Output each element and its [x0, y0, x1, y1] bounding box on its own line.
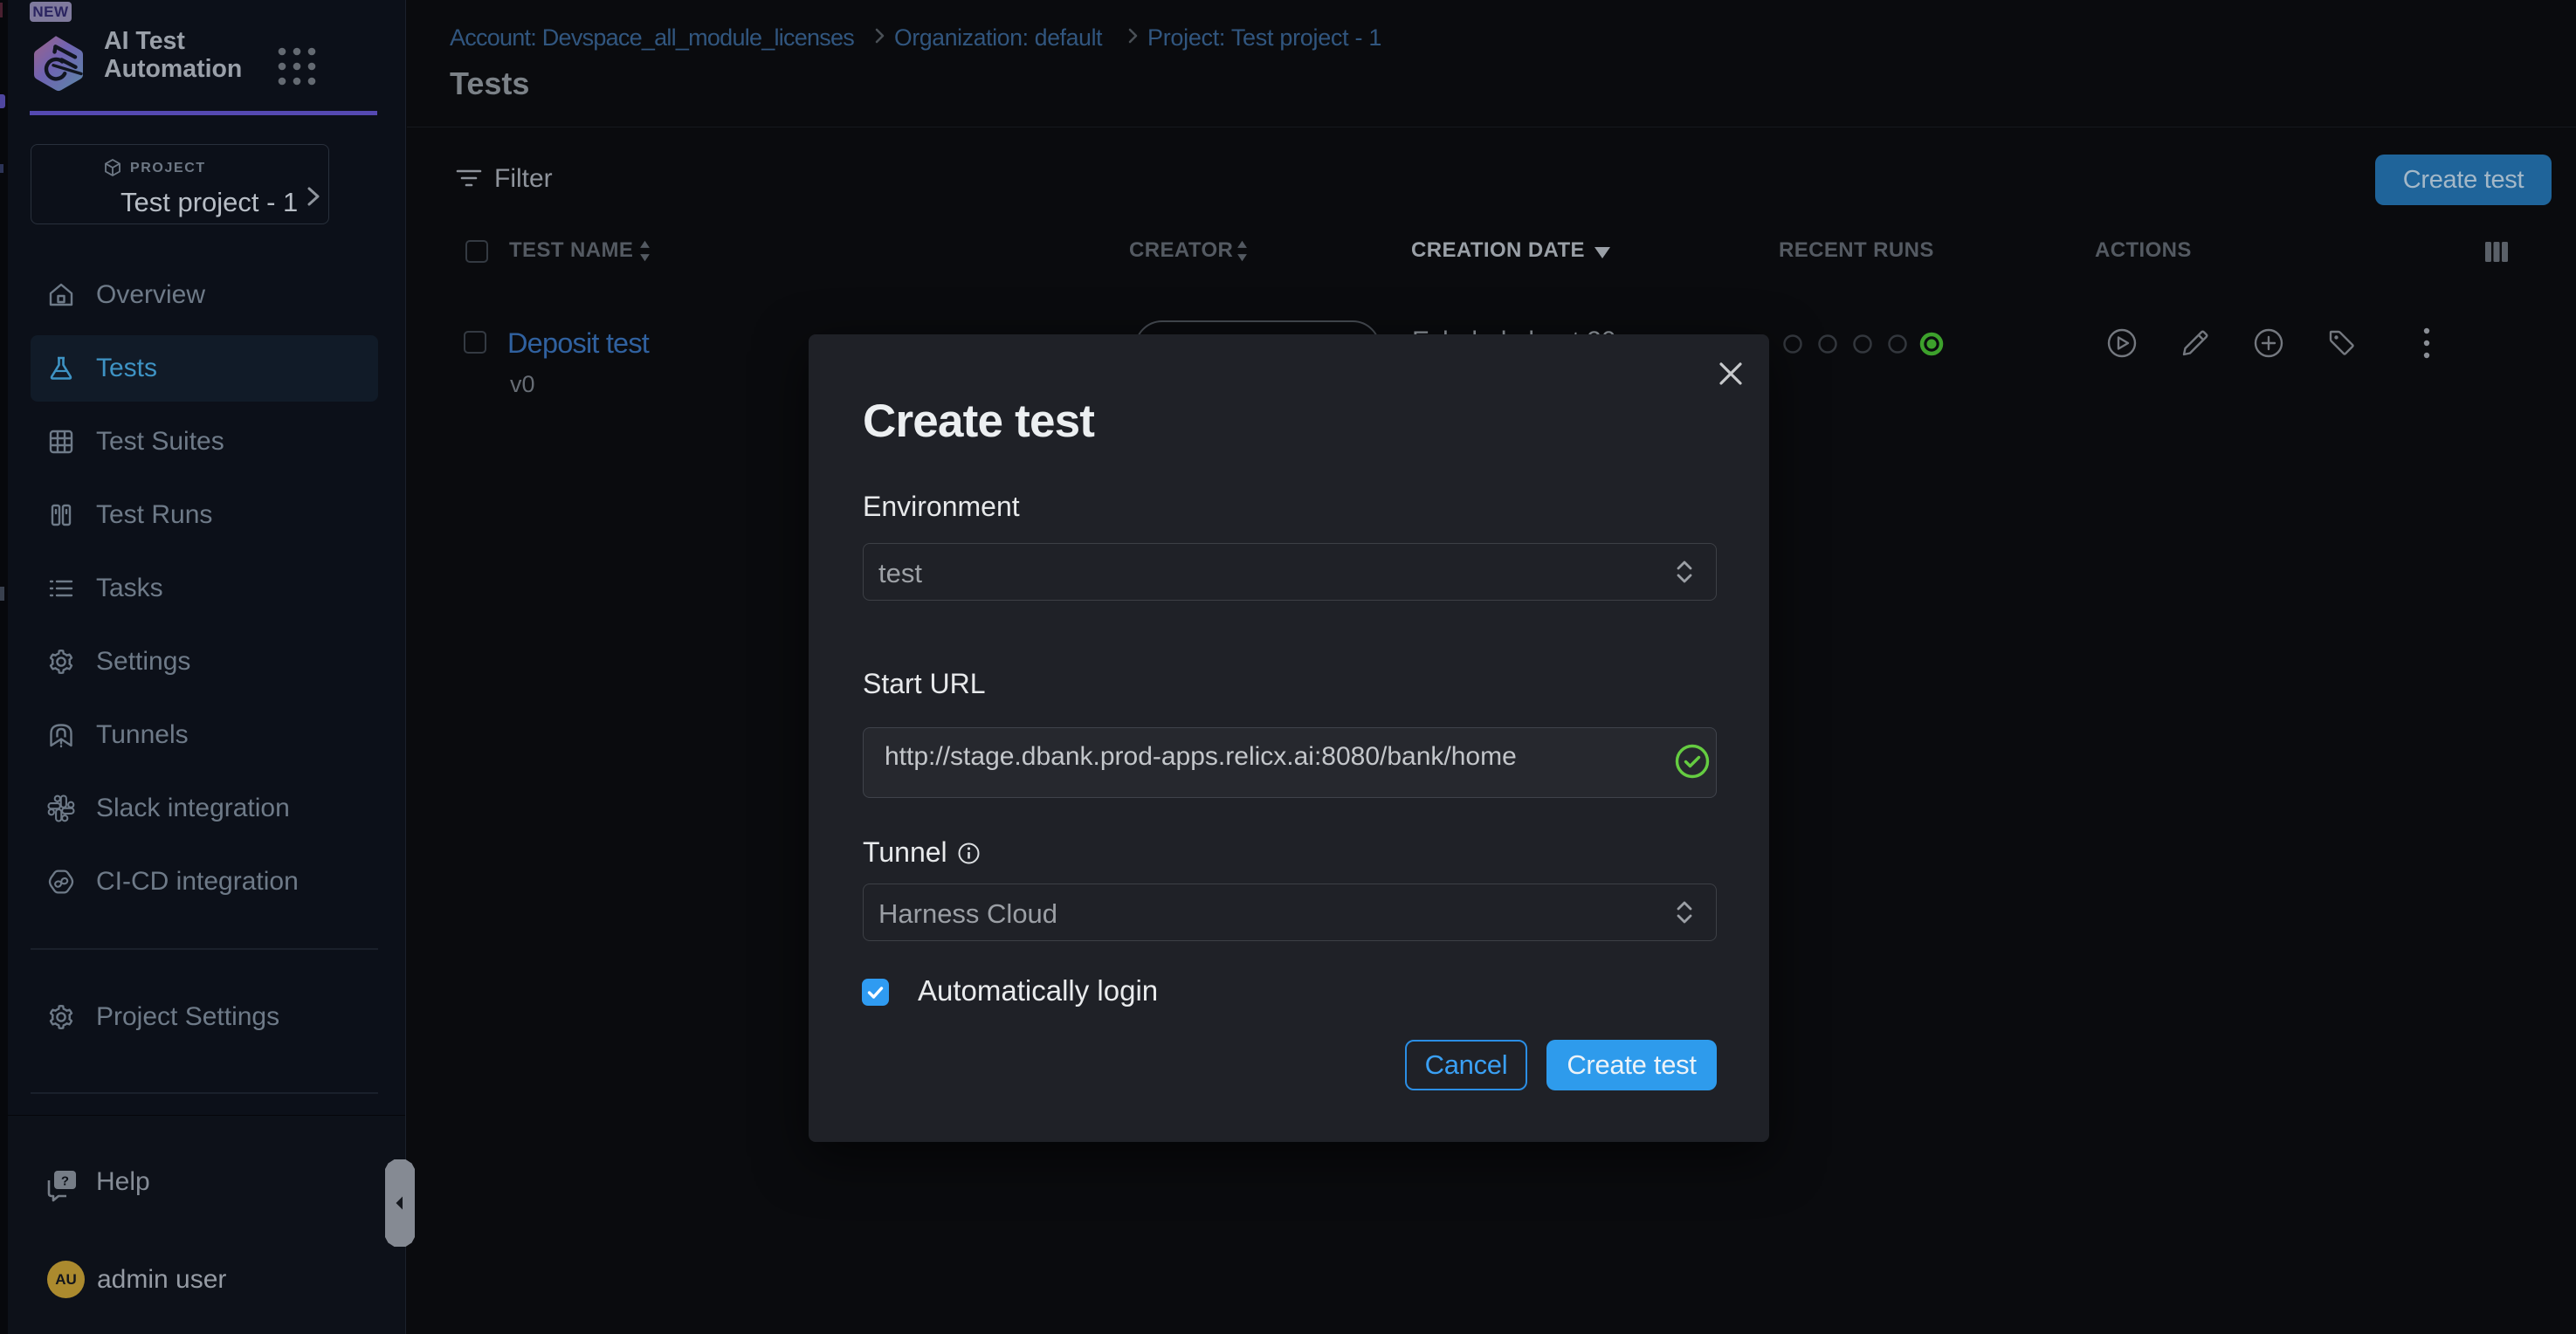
svg-text:?: ?	[61, 1174, 69, 1189]
